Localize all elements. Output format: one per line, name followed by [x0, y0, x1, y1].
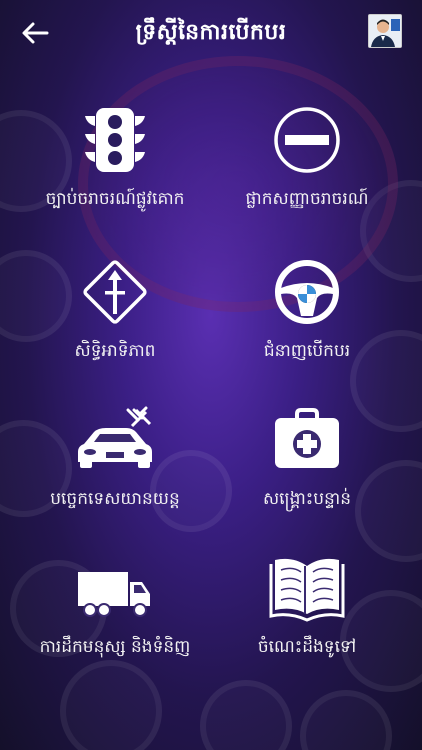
back-button[interactable] — [18, 16, 52, 50]
menu-item-traffic-signs[interactable]: ផ្លាកសញ្ញាចរាចរណ៍ — [212, 100, 402, 220]
menu-label: បច្ចេកទេសយានយន្ត — [50, 489, 180, 509]
profile-avatar[interactable] — [368, 14, 402, 48]
menu-label: សង្គ្រោះបន្ទាន់ — [262, 489, 352, 509]
truck-icon — [75, 548, 155, 628]
menu-label: ច្បាប់ចរាចរណ៍ផ្លូវគោក — [45, 189, 185, 209]
page-title: ទ្រឹស្តីនៃការបើកបរ — [135, 20, 287, 45]
open-book-icon — [267, 548, 347, 628]
menu-item-general-knowledge[interactable]: ចំណេះដឹងទូទៅ — [212, 548, 402, 668]
arrow-left-icon — [22, 22, 49, 44]
menu-label: ជំនាញបើកបរ — [263, 341, 351, 361]
car-repair-icon — [75, 400, 155, 480]
steering-wheel-icon — [267, 252, 347, 332]
menu-label: ផ្លាកសញ្ញាចរាចរណ៍ — [245, 189, 369, 209]
menu-item-priority[interactable]: សិទ្ធិអាទិភាព — [20, 252, 210, 372]
no-entry-sign-icon — [267, 100, 347, 180]
avatar-image — [369, 15, 401, 47]
menu-item-first-aid[interactable]: សង្គ្រោះបន្ទាន់ — [212, 400, 402, 520]
menu-label: ការដឹកមនុស្ស និងទំនិញ — [39, 637, 191, 657]
menu-label: ចំណេះដឹងទូទៅ — [257, 637, 357, 657]
header-bar: ទ្រឹស្តីនៃការបើកបរ — [0, 0, 422, 66]
menu-item-driving-skills[interactable]: ជំនាញបើកបរ — [212, 252, 402, 372]
priority-road-sign-icon — [75, 252, 155, 332]
menu-item-vehicle-tech[interactable]: បច្ចេកទេសយានយន្ត — [20, 400, 210, 520]
menu-item-traffic-law[interactable]: ច្បាប់ចរាចរណ៍ផ្លូវគោក — [20, 100, 210, 220]
menu-label: សិទ្ធិអាទិភាព — [74, 341, 156, 361]
menu-item-transport[interactable]: ការដឹកមនុស្ស និងទំនិញ — [20, 548, 210, 668]
traffic-light-icon — [75, 100, 155, 180]
first-aid-kit-icon — [267, 400, 347, 480]
